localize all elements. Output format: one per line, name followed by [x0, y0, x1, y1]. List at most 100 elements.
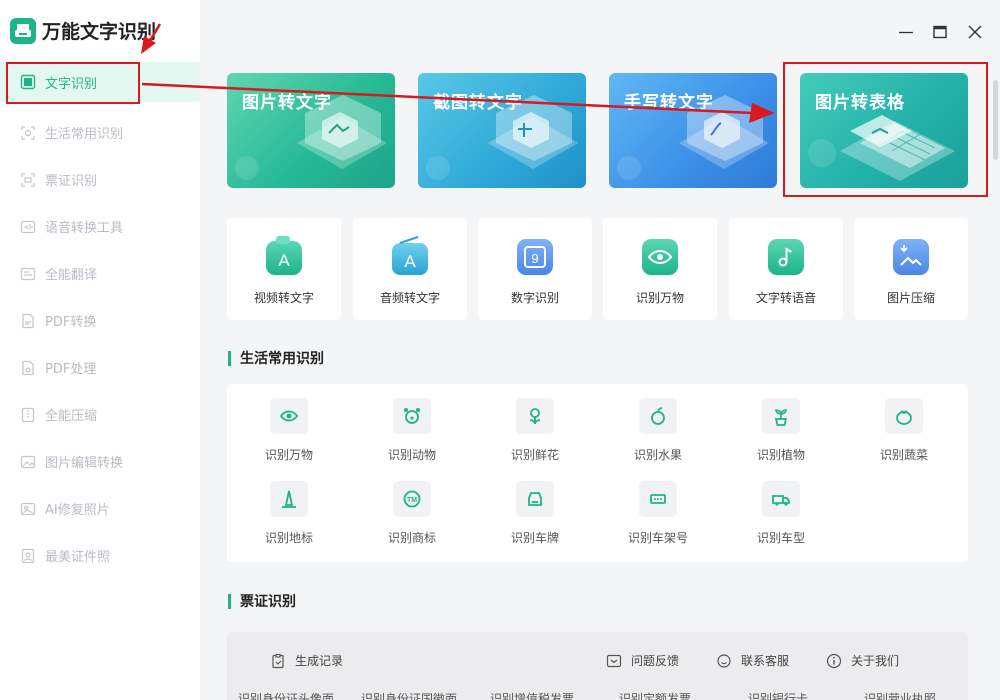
- banner-screenshot-to-text[interactable]: 截图转文字: [418, 73, 586, 188]
- app-title: 万能文字识别: [42, 21, 157, 43]
- contact-label: 联系客服: [741, 654, 790, 668]
- feedback-button[interactable]: 问题反馈: [606, 652, 679, 669]
- life-item-vin[interactable]: 识别车架号: [608, 481, 708, 546]
- history-button[interactable]: 生成记录: [270, 652, 343, 669]
- ticket-item-business-license[interactable]: 识别营业执照: [864, 690, 936, 700]
- tool-image-compress[interactable]: 图片压缩: [854, 218, 968, 320]
- trademark-icon: TM: [393, 481, 431, 517]
- ticket-item-vat-invoice[interactable]: 识别增值税发票: [490, 690, 574, 700]
- life-item-license-plate[interactable]: 识别车牌: [485, 481, 585, 546]
- close-icon: [968, 25, 982, 39]
- tool-text-to-speech[interactable]: 文字转语音: [729, 218, 843, 320]
- section-title-tickets: 票证识别: [228, 591, 296, 611]
- text-to-speech-icon: [768, 239, 804, 275]
- tool-label: 音频转文字: [379, 291, 440, 305]
- life-item-plant[interactable]: 识别植物: [731, 398, 831, 463]
- scan-text-icon: [20, 74, 36, 90]
- scrollbar[interactable]: [993, 80, 998, 160]
- video-to-text-icon: A: [266, 236, 302, 275]
- landmark-icon: [270, 481, 308, 517]
- image-edit-icon: [20, 454, 36, 470]
- item-label: 识别商标: [387, 531, 436, 545]
- id-photo-icon: [20, 548, 36, 564]
- sidebar-item-life-recognition[interactable]: 生活常用识别: [0, 109, 200, 156]
- history-label: 生成记录: [295, 654, 344, 668]
- animal-icon: [393, 398, 431, 434]
- item-label: 识别动物: [387, 448, 436, 462]
- ticket-item-id-back[interactable]: 识别身份证国徽面: [361, 690, 457, 700]
- close-button[interactable]: [963, 20, 987, 44]
- sidebar-item-image-edit[interactable]: 图片编辑转换: [0, 438, 200, 485]
- audio-to-text-icon: A: [392, 236, 428, 275]
- minimize-button[interactable]: [894, 20, 918, 44]
- sidebar-item-ai-repair[interactable]: AI修复照片: [0, 485, 200, 532]
- ticket-scan-icon: [20, 172, 36, 188]
- sidebar-item-translate[interactable]: 全能翻译: [0, 250, 200, 297]
- sidebar-item-voice-tool[interactable]: 语音转换工具: [0, 203, 200, 250]
- ticket-item-quota-invoice[interactable]: 识别定额发票: [619, 690, 691, 700]
- compress-icon: [20, 407, 36, 423]
- about-label: 关于我们: [851, 654, 900, 668]
- life-item-fruit[interactable]: 识别水果: [608, 398, 708, 463]
- ticket-item-bank-card[interactable]: 识别银行卡: [748, 690, 808, 700]
- tool-label: 数字识别: [510, 291, 559, 305]
- tool-video-to-text[interactable]: A 视频转文字: [227, 218, 341, 320]
- section-title-text: 票证识别: [240, 594, 296, 610]
- tool-recognize-everything[interactable]: 识别万物: [603, 218, 717, 320]
- fruit-icon: [639, 398, 677, 434]
- about-button[interactable]: 关于我们: [826, 652, 899, 669]
- ai-repair-icon: [20, 501, 36, 517]
- vegetable-icon: [885, 398, 923, 434]
- clipboard-icon: [270, 653, 286, 669]
- sidebar-item-label: PDF转换: [45, 315, 97, 330]
- item-label: 识别车牌: [510, 531, 559, 545]
- plant-icon: [762, 398, 800, 434]
- life-item-vegetable[interactable]: 识别蔬菜: [854, 398, 954, 463]
- image-compress-icon: [893, 239, 929, 275]
- tool-label: 视频转文字: [253, 291, 314, 305]
- life-item-flower[interactable]: 识别鲜花: [485, 398, 585, 463]
- sidebar-item-compress[interactable]: 全能压缩: [0, 391, 200, 438]
- life-item-everything[interactable]: 识别万物: [239, 398, 339, 463]
- banner-image-to-table[interactable]: 图片转表格: [800, 73, 968, 188]
- voice-tool-icon: [20, 219, 36, 235]
- vin-icon: [639, 481, 677, 517]
- maximize-button[interactable]: [928, 20, 952, 44]
- contact-button[interactable]: 联系客服: [716, 652, 789, 669]
- sidebar-item-ticket-recognition[interactable]: 票证识别: [0, 156, 200, 203]
- section-title-life: 生活常用识别: [228, 348, 324, 368]
- license-plate-icon: [516, 481, 554, 517]
- sidebar-item-label: 票证识别: [45, 174, 98, 189]
- tool-label: 文字转语音: [755, 291, 816, 305]
- app-logo: 万能文字识别: [10, 17, 156, 44]
- tool-number-recognition[interactable]: 9 数字识别: [478, 218, 592, 320]
- life-item-car-model[interactable]: 识别车型: [731, 481, 831, 546]
- sidebar-item-label: 图片编辑转换: [45, 456, 124, 471]
- life-item-animal[interactable]: 识别动物: [362, 398, 462, 463]
- sidebar-item-label: 生活常用识别: [45, 127, 124, 142]
- feedback-icon: [606, 653, 622, 669]
- banner-handwriting-to-text[interactable]: 手写转文字: [609, 73, 777, 188]
- ticket-item-id-front[interactable]: 识别身份证头像面: [238, 690, 334, 700]
- svg-text:TM: TM: [407, 497, 417, 504]
- life-item-landmark[interactable]: 识别地标: [239, 481, 339, 546]
- banner-title: 图片转文字: [242, 93, 332, 113]
- svg-text:A: A: [404, 252, 416, 271]
- maximize-icon: [933, 25, 947, 39]
- bottom-bar: 生成记录 问题反馈 联系客服 关于我们 识别身份证头像面 识别身份证国徽面 识别…: [227, 632, 968, 700]
- item-label: 识别蔬菜: [879, 448, 928, 462]
- sidebar-item-pdf-convert[interactable]: PDF转换: [0, 297, 200, 344]
- sidebar-item-label: 全能压缩: [45, 409, 98, 424]
- tool-label: 图片压缩: [886, 291, 935, 305]
- sidebar-item-text-recognition[interactable]: 文字识别: [0, 62, 200, 102]
- flower-icon: [516, 398, 554, 434]
- banner-title: 手写转文字: [624, 93, 714, 113]
- sidebar-item-pdf-process[interactable]: PDF处理: [0, 344, 200, 391]
- tool-audio-to-text[interactable]: A 音频转文字: [353, 218, 467, 320]
- pdf-convert-icon: [20, 313, 36, 329]
- sidebar-item-id-photo[interactable]: 最美证件照: [0, 532, 200, 579]
- banner-image-to-text[interactable]: 图片转文字: [227, 73, 395, 188]
- life-item-trademark[interactable]: TM 识别商标: [362, 481, 462, 546]
- chat-icon: [716, 653, 732, 669]
- item-label: 识别万物: [264, 448, 313, 462]
